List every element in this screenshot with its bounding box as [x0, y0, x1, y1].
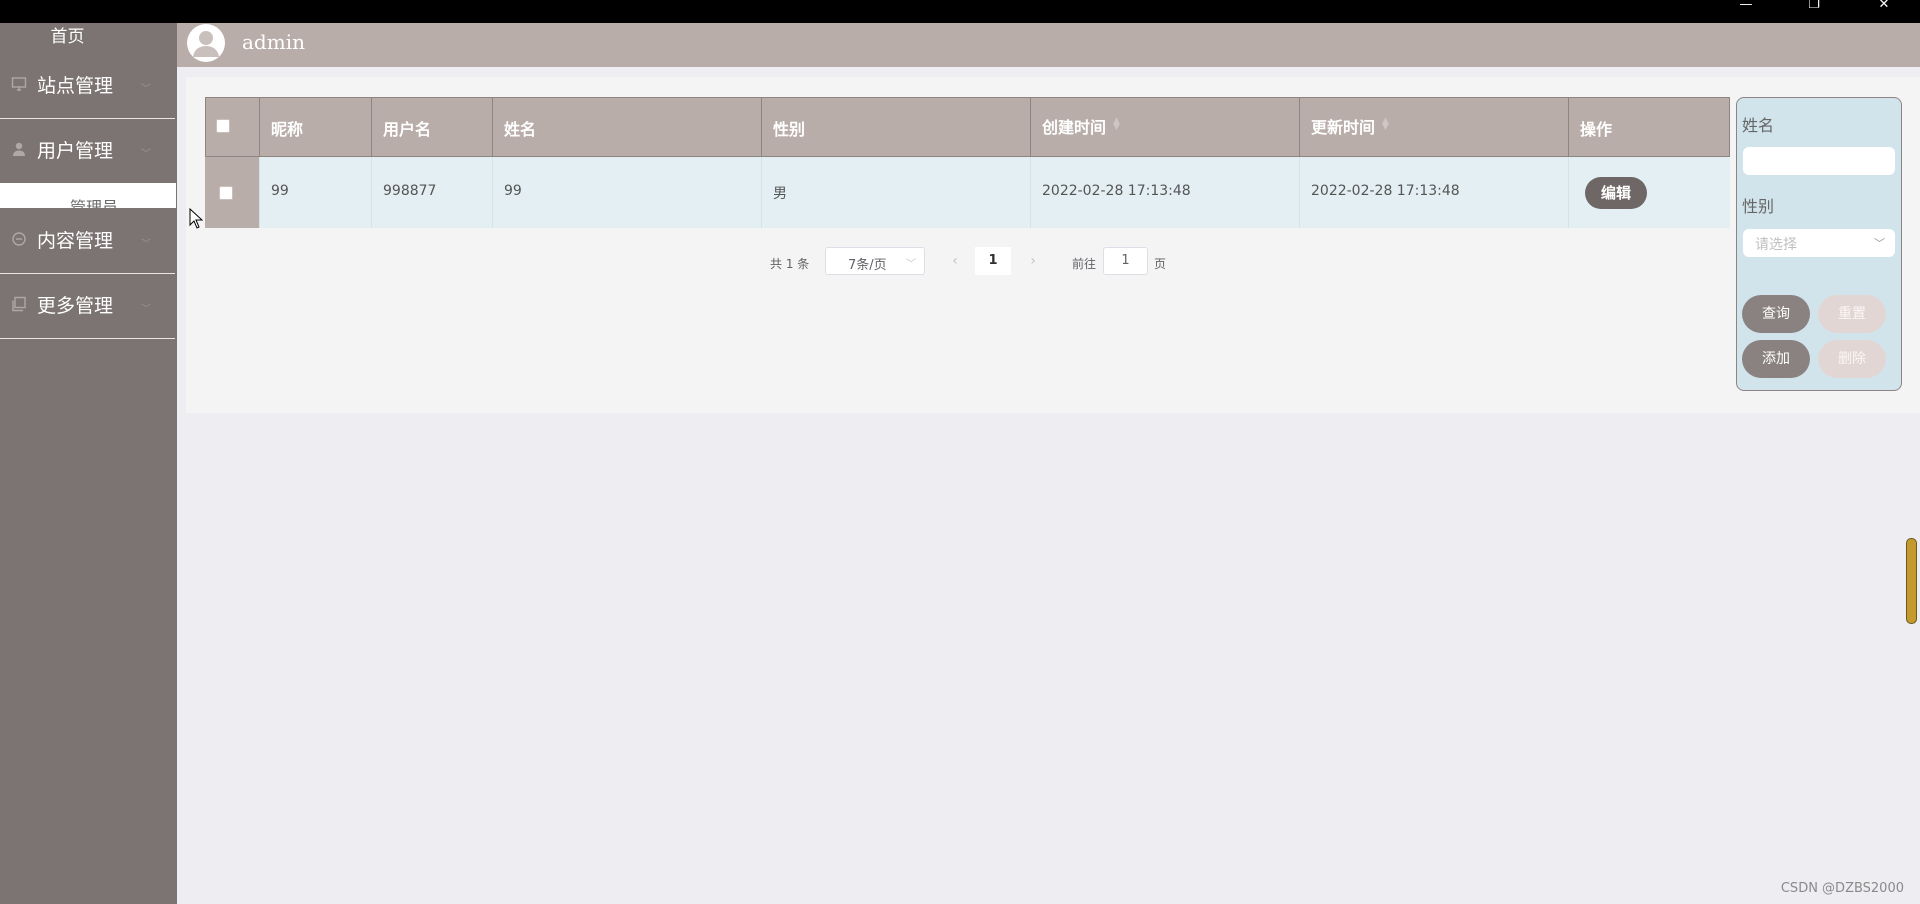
goto-page-input[interactable]: 1 — [1103, 247, 1148, 275]
sidebar-item-content[interactable]: 内容管理 ﹀ — [0, 209, 175, 274]
username: admin — [242, 30, 305, 54]
gender-label: 性别 — [1742, 197, 1775, 216]
column-header[interactable]: 性别 — [762, 97, 1031, 157]
chevron-down-icon: ﹀ — [141, 239, 151, 250]
select-all-checkbox[interactable] — [216, 119, 230, 133]
add-button[interactable]: 添加 — [1742, 340, 1810, 378]
sidebar-subitem-admin[interactable]: 管理员 — [0, 183, 176, 208]
sidebar-item-site[interactable]: 站点管理 ﹀ — [0, 54, 175, 119]
scrollbar-thumb[interactable] — [1906, 538, 1917, 624]
chevron-down-icon: ﹀ — [906, 259, 916, 270]
sort-icon[interactable]: ▲ ▼ — [1113, 117, 1120, 132]
row-checkbox[interactable] — [219, 186, 233, 200]
mouse-cursor-icon — [189, 208, 203, 229]
copy-icon — [12, 296, 26, 312]
page-number-current[interactable]: 1 — [975, 247, 1011, 275]
column-header[interactable]: 昵称 — [260, 97, 372, 157]
minimize-button[interactable]: — — [1723, 0, 1769, 20]
pagination-total: 共 1 条 — [770, 257, 810, 271]
chat-icon — [12, 232, 26, 246]
name-label: 姓名 — [1742, 116, 1775, 135]
table-cell: 99 — [260, 157, 372, 228]
goto-unit: 页 — [1154, 257, 1167, 271]
sidebar-item-label: 更多管理 — [37, 295, 114, 317]
select-all-cell — [205, 97, 260, 157]
watermark: CSDN @DZBS2000 — [1780, 881, 1904, 896]
table-cell: 99 — [493, 157, 762, 228]
reset-button[interactable]: 重置 — [1818, 295, 1886, 333]
column-header-updated[interactable]: 更新时间 ▲ ▼ — [1300, 97, 1569, 157]
sidebar-item-label: 站点管理 — [37, 75, 114, 97]
close-button[interactable]: ✕ — [1861, 0, 1907, 20]
column-header[interactable]: 姓名 — [493, 97, 762, 157]
table-cell: 男 — [762, 157, 1031, 228]
chevron-down-icon: ﹀ — [141, 149, 151, 160]
restore-button[interactable]: ❐ — [1791, 0, 1837, 20]
sidebar-item-users[interactable]: 用户管理 ﹀ — [0, 119, 175, 184]
column-header[interactable]: 用户名 — [372, 97, 493, 157]
sidebar-item-home[interactable]: 首页 — [0, 23, 135, 53]
monitor-icon — [11, 77, 27, 91]
user-icon — [13, 142, 25, 156]
sidebar: 首页 站点管理 ﹀ 用户管理 ﹀ 管理员 内容管理 ﹀ 更多管理 ﹀ — [0, 23, 177, 904]
avatar[interactable] — [187, 24, 225, 62]
search-panel: 姓名 性别 请选择 ﹀ 查询 重置 添加 删除 — [1736, 97, 1902, 391]
name-input[interactable] — [1743, 147, 1895, 175]
goto-label: 前往 — [1072, 257, 1097, 271]
table-cell-action: 编辑 — [1569, 157, 1730, 228]
sort-icon[interactable]: ▲ ▼ — [1382, 117, 1389, 132]
table-cell: 2022-02-28 17:13:48 — [1031, 157, 1300, 228]
delete-button[interactable]: 删除 — [1818, 340, 1886, 378]
chevron-down-icon: ﹀ — [141, 304, 151, 315]
sidebar-item-label: 内容管理 — [37, 230, 114, 252]
page-size-select[interactable]: 7条/页 ﹀ — [825, 247, 925, 275]
edit-button[interactable]: 编辑 — [1585, 177, 1647, 209]
chevron-down-icon: ﹀ — [141, 84, 151, 95]
next-page-button[interactable]: › — [1019, 247, 1047, 275]
sidebar-item-more[interactable]: 更多管理 ﹀ — [0, 274, 175, 339]
column-header-created[interactable]: 创建时间 ▲ ▼ — [1031, 97, 1300, 157]
query-button[interactable]: 查询 — [1742, 295, 1810, 333]
table-cell: 998877 — [372, 157, 493, 228]
sidebar-item-label: 用户管理 — [37, 140, 114, 162]
gender-select[interactable]: 请选择 ﹀ — [1743, 229, 1895, 257]
column-header: 操作 — [1569, 97, 1730, 157]
chevron-down-icon: ﹀ — [1874, 237, 1885, 250]
table-cell: 2022-02-28 17:13:48 — [1300, 157, 1569, 228]
prev-page-button[interactable]: ‹ — [941, 247, 969, 275]
row-select-cell — [205, 157, 260, 228]
window-titlebar: — ❐ ✕ — [0, 0, 1920, 23]
header-bar: admin — [177, 23, 1920, 67]
user-avatar-icon — [193, 31, 219, 57]
